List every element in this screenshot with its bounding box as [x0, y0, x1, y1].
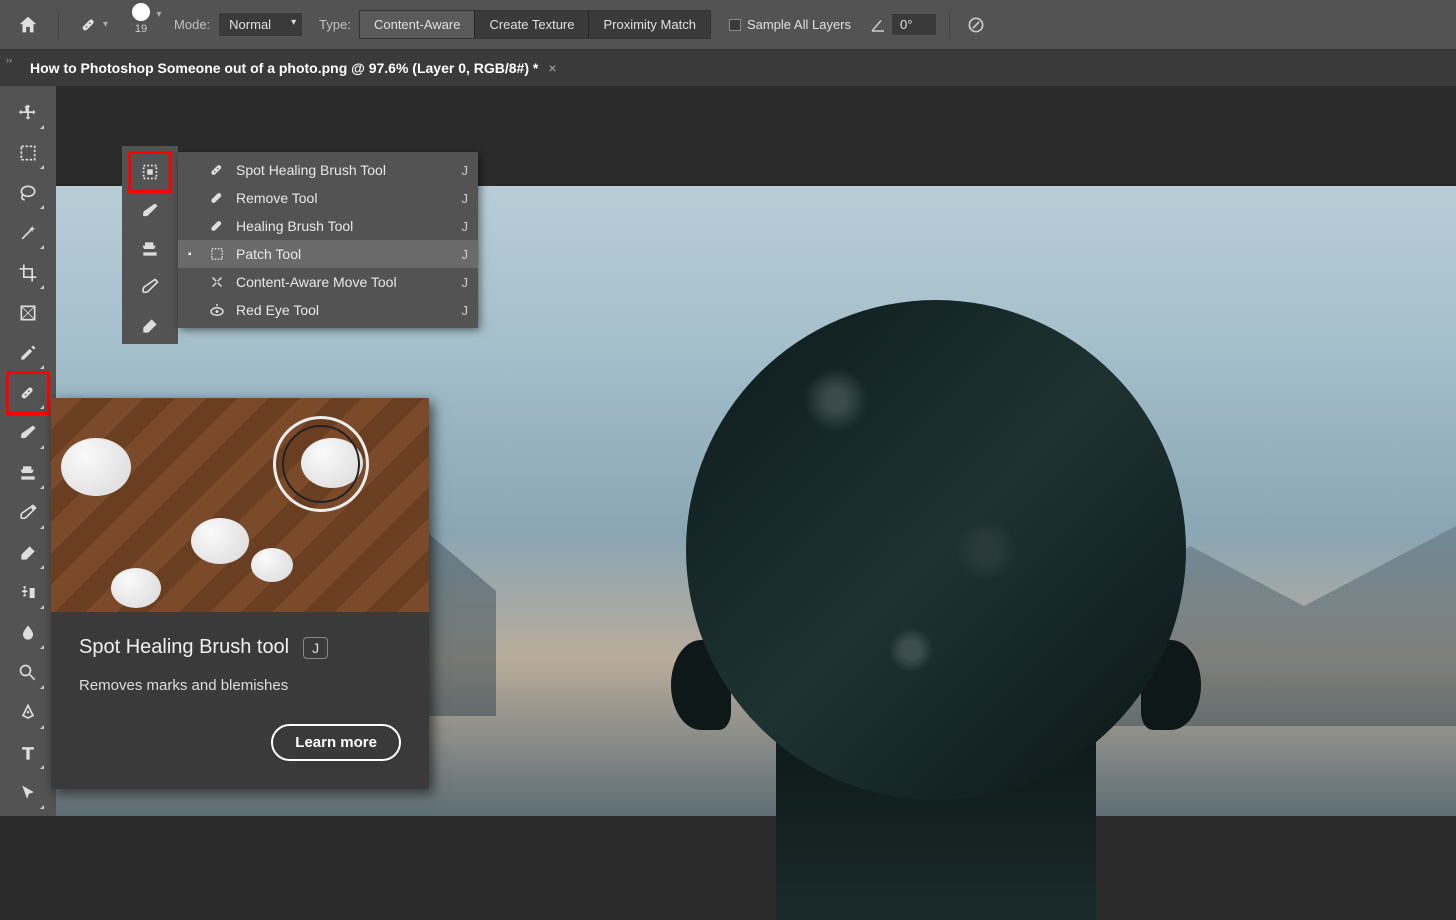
type-label: Type:: [319, 17, 351, 32]
healing-tool-group-popup: [122, 146, 178, 344]
close-icon[interactable]: ×: [548, 60, 556, 76]
type-create-texture-button[interactable]: Create Texture: [475, 11, 589, 38]
blur-tool[interactable]: [9, 614, 47, 652]
flyout-healing-brush[interactable]: Healing Brush Tool J: [178, 212, 478, 240]
history-brush-tool[interactable]: [9, 494, 47, 532]
frame-tool[interactable]: [9, 294, 47, 332]
home-button[interactable]: [10, 7, 46, 43]
patch-icon: [139, 161, 161, 183]
options-bar: ▾ 19 ▾ Mode: Normal Type: Content-Aware …: [0, 0, 1456, 50]
bandage-icon: [206, 189, 228, 207]
pressure-button[interactable]: [962, 11, 990, 39]
tooltip-description: Removes marks and blemishes: [79, 677, 401, 694]
tool-tooltip-card: Spot Healing Brush tool J Removes marks …: [51, 398, 429, 789]
brush-tool[interactable]: [9, 414, 47, 452]
tooltip-preview-image: [51, 398, 429, 612]
move-tool[interactable]: [9, 94, 47, 132]
eye-icon: [206, 301, 228, 319]
bandage-icon: [79, 15, 99, 35]
target-icon: [966, 15, 986, 35]
move-arrows-icon: [206, 273, 228, 291]
document-tab[interactable]: How to Photoshop Someone out of a photo.…: [20, 60, 567, 76]
divider: [949, 11, 950, 39]
brush-size-value: 19: [135, 23, 147, 35]
image-silhouette: [616, 300, 1256, 916]
checkbox-icon: [729, 19, 741, 31]
flyout-red-eye-tool[interactable]: Red Eye Tool J: [178, 296, 478, 324]
tools-panel: [0, 86, 56, 816]
flyout-remove-tool[interactable]: Remove Tool J: [178, 184, 478, 212]
tool-preset-dropdown[interactable]: ▾: [71, 15, 116, 35]
sample-all-layers-label: Sample All Layers: [747, 17, 851, 32]
document-tab-strip: How to Photoshop Someone out of a photo.…: [0, 50, 1456, 86]
sample-all-layers-checkbox[interactable]: Sample All Layers: [729, 17, 851, 32]
divider: [58, 11, 59, 39]
marquee-tool[interactable]: [9, 134, 47, 172]
chevron-down-icon: ▾: [157, 9, 162, 20]
eraser-tool[interactable]: [9, 534, 47, 572]
chevron-down-icon: ▾: [103, 19, 108, 30]
document-tab-title: How to Photoshop Someone out of a photo.…: [30, 60, 538, 76]
bandage-icon: [206, 217, 228, 235]
healing-tools-flyout: Spot Healing Brush Tool J Remove Tool J …: [178, 152, 478, 328]
patch-icon: [206, 245, 228, 263]
angle-input[interactable]: 0°: [891, 13, 937, 36]
clone-stamp-tool[interactable]: [9, 454, 47, 492]
dodge-tool[interactable]: [9, 654, 47, 692]
eyedropper-tool[interactable]: [9, 334, 47, 372]
learn-more-button[interactable]: Learn more: [271, 724, 401, 761]
home-icon: [17, 14, 39, 36]
flyout-content-aware-move[interactable]: Content-Aware Move Tool J: [178, 268, 478, 296]
bandage-icon: [18, 383, 38, 403]
mode-label: Mode:: [174, 17, 210, 32]
patch-tool-icon-group[interactable]: [131, 154, 169, 190]
panel-toggle-icon[interactable]: ››: [6, 55, 12, 65]
mode-dropdown[interactable]: Normal: [218, 12, 303, 37]
brush-cursor-ring: [273, 416, 369, 512]
type-proximity-match-button[interactable]: Proximity Match: [589, 11, 709, 38]
tooltip-shortcut-key: J: [303, 637, 328, 659]
type-content-aware-button[interactable]: Content-Aware: [360, 11, 475, 38]
angle-icon: [869, 16, 887, 34]
flyout-patch-tool[interactable]: ▪ Patch Tool J: [178, 240, 478, 268]
flyout-spot-healing-brush[interactable]: Spot Healing Brush Tool J: [178, 156, 478, 184]
brush-circle-icon: [132, 3, 150, 21]
eraser-popup[interactable]: [131, 308, 169, 344]
lasso-tool[interactable]: [9, 174, 47, 212]
type-tool[interactable]: [9, 734, 47, 772]
spot-healing-brush-tool[interactable]: [9, 374, 47, 412]
path-selection-tool[interactable]: [9, 774, 47, 812]
bandage-icon: [206, 161, 228, 179]
gradient-tool[interactable]: [9, 574, 47, 612]
tooltip-title: Spot Healing Brush tool: [79, 636, 289, 659]
type-button-group: Content-Aware Create Texture Proximity M…: [359, 10, 711, 39]
brush-popup[interactable]: [131, 192, 169, 228]
stamp-popup[interactable]: [131, 231, 169, 267]
historybrush-popup[interactable]: [131, 269, 169, 305]
brush-size-preview[interactable]: 19 ▾: [124, 3, 158, 46]
crop-tool[interactable]: [9, 254, 47, 292]
angle-control[interactable]: 0°: [869, 13, 937, 36]
pen-tool[interactable]: [9, 694, 47, 732]
magic-wand-tool[interactable]: [9, 214, 47, 252]
